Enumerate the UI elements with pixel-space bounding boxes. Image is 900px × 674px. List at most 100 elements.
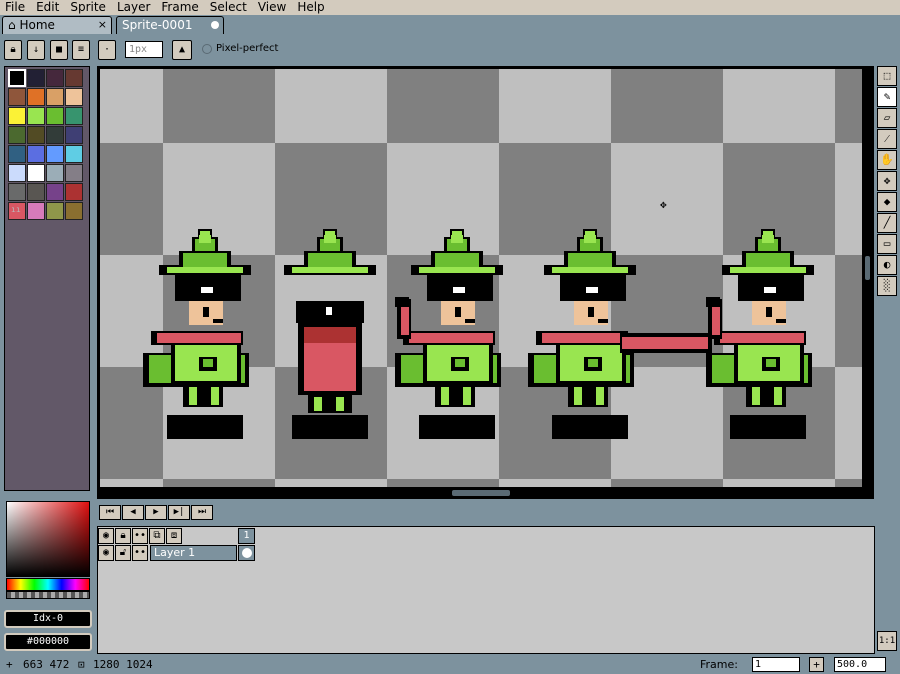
next-frame-button[interactable]: ▶| (168, 505, 190, 520)
eraser-icon[interactable]: ▱ (877, 108, 897, 128)
tab-home-label: Home (19, 18, 55, 32)
pencil-icon[interactable]: ✎ (877, 87, 897, 107)
palette-swatch[interactable] (65, 145, 83, 163)
menu-file[interactable]: File (0, 0, 31, 15)
rectangle-icon[interactable]: ▭ (877, 234, 897, 254)
menu-select[interactable]: Select (205, 0, 253, 15)
menu-edit[interactable]: Edit (31, 0, 65, 15)
frame-header[interactable]: 1 (238, 528, 255, 544)
pixel-perfect-toggle[interactable]: Pixel-perfect (202, 43, 278, 54)
palette-swatch[interactable] (65, 202, 83, 220)
sprite-canvas[interactable] (100, 69, 862, 487)
brush-size-input[interactable]: 1px (125, 41, 163, 58)
layer-continuous-icon[interactable]: •• (132, 545, 148, 561)
palette-swatch[interactable] (65, 164, 83, 182)
spray-icon[interactable]: ░ (877, 276, 897, 296)
sprite-editor[interactable] (97, 66, 874, 499)
horizontal-scrollbar[interactable] (452, 490, 510, 496)
palette-swatch[interactable] (27, 202, 45, 220)
previous-frame-button[interactable]: ◀ (122, 505, 144, 520)
modified-dot-icon[interactable] (211, 21, 219, 29)
palette-swatch[interactable] (27, 69, 45, 87)
square-brush-icon[interactable]: ■ (50, 40, 68, 60)
lock-icon[interactable]: 🔒︎ (4, 40, 22, 60)
layer-visible-icon[interactable]: ◉ (98, 545, 114, 561)
palette-swatch[interactable] (8, 145, 26, 163)
menu-layer[interactable]: Layer (112, 0, 156, 15)
palette-swatch[interactable] (27, 183, 45, 201)
layer-name[interactable]: Layer 1 (150, 545, 237, 561)
palette-swatch[interactable] (65, 69, 83, 87)
palette-swatch[interactable] (46, 202, 64, 220)
menu-view[interactable]: View (253, 0, 292, 15)
palette-swatch[interactable] (46, 145, 64, 163)
palette-swatch[interactable] (27, 88, 45, 106)
checker-tile (611, 69, 723, 143)
palette-resize-handle[interactable]: ıı (11, 205, 21, 214)
last-frame-button[interactable]: ⏭ (191, 505, 213, 520)
eyedropper-icon[interactable]: ⁄ (877, 129, 897, 149)
palette-swatch[interactable] (8, 126, 26, 144)
ink-icon[interactable]: ▲ (172, 40, 192, 60)
palette-swatch[interactable] (65, 88, 83, 106)
pixel-perfect-radio[interactable] (202, 43, 212, 54)
move-icon[interactable]: ✥ (877, 171, 897, 191)
tool-bar: ⬚ ✎ ▱ ⁄ ✋ ✥ ◆ ╱ ▭ ◐ ░ (877, 66, 897, 297)
brush-type-icon[interactable]: · (98, 40, 116, 60)
hue-slider[interactable] (6, 578, 90, 591)
sprite-size-icon: ⊡ (78, 658, 85, 671)
alpha-slider[interactable] (6, 591, 90, 599)
layers-icon[interactable]: ⧈ (166, 528, 182, 544)
rectangular-marquee-icon[interactable]: ⬚ (877, 66, 897, 86)
color-index-field[interactable]: Idx-0 (4, 610, 92, 628)
tab-home[interactable]: ⌂ Home × (2, 16, 112, 34)
palette-swatch[interactable] (8, 164, 26, 182)
palette-swatch[interactable] (65, 126, 83, 144)
palette-swatch[interactable] (8, 88, 26, 106)
layer-lock-icon[interactable]: 🔓︎ (115, 545, 131, 561)
tab-sprite[interactable]: Sprite-0001 (116, 16, 224, 34)
palette-swatch[interactable] (46, 107, 64, 125)
checker-tile (723, 479, 835, 487)
palette-swatch[interactable] (27, 126, 45, 144)
palette-swatch[interactable] (27, 145, 45, 163)
line-icon[interactable]: ╱ (877, 213, 897, 233)
checker-tile (387, 143, 499, 255)
continuous-icon[interactable]: •• (132, 528, 148, 544)
palette-swatch[interactable] (8, 107, 26, 125)
menu-lines-icon[interactable]: ≡ (72, 40, 90, 60)
frame-input[interactable]: 1 (752, 657, 800, 672)
arrow-down-icon[interactable]: ↓ (27, 40, 45, 60)
palette-swatch[interactable] (46, 69, 64, 87)
menu-help[interactable]: Help (292, 0, 330, 15)
menu-bar: File Edit Sprite Layer Frame Select View… (0, 0, 900, 15)
first-frame-button[interactable]: ⏮ (99, 505, 121, 520)
palette-swatch[interactable] (8, 69, 26, 87)
padlock-icon[interactable]: 🔒︎ (115, 528, 131, 544)
eye-icon[interactable]: ◉ (98, 528, 114, 544)
palette-swatch[interactable] (65, 107, 83, 125)
zoom-reset-button[interactable]: 1:1 (877, 631, 897, 651)
play-button[interactable]: ▶ (145, 505, 167, 520)
link-icon[interactable]: ⧉ (149, 528, 165, 544)
menu-frame[interactable]: Frame (156, 0, 204, 15)
palette-swatch[interactable] (65, 183, 83, 201)
color-spectrum[interactable] (6, 501, 90, 577)
palette-swatch[interactable] (46, 164, 64, 182)
palette-swatch[interactable] (27, 164, 45, 182)
palette-swatch[interactable] (46, 88, 64, 106)
add-frame-button[interactable]: + (809, 657, 824, 672)
palette-swatch[interactable] (46, 183, 64, 201)
vertical-scrollbar[interactable] (865, 256, 870, 280)
palette-swatch[interactable] (27, 107, 45, 125)
palette-swatch[interactable] (46, 126, 64, 144)
frame-label: Frame: (700, 658, 738, 671)
hand-icon[interactable]: ✋ (877, 150, 897, 170)
menu-sprite[interactable]: Sprite (65, 0, 112, 15)
palette-swatch[interactable] (8, 183, 26, 201)
zoom-input[interactable]: 500.0 (834, 657, 886, 672)
blur-icon[interactable]: ◐ (877, 255, 897, 275)
color-hex-field[interactable]: #000000 (4, 633, 92, 651)
close-icon[interactable]: × (98, 17, 107, 33)
paint-bucket-icon[interactable]: ◆ (877, 192, 897, 212)
